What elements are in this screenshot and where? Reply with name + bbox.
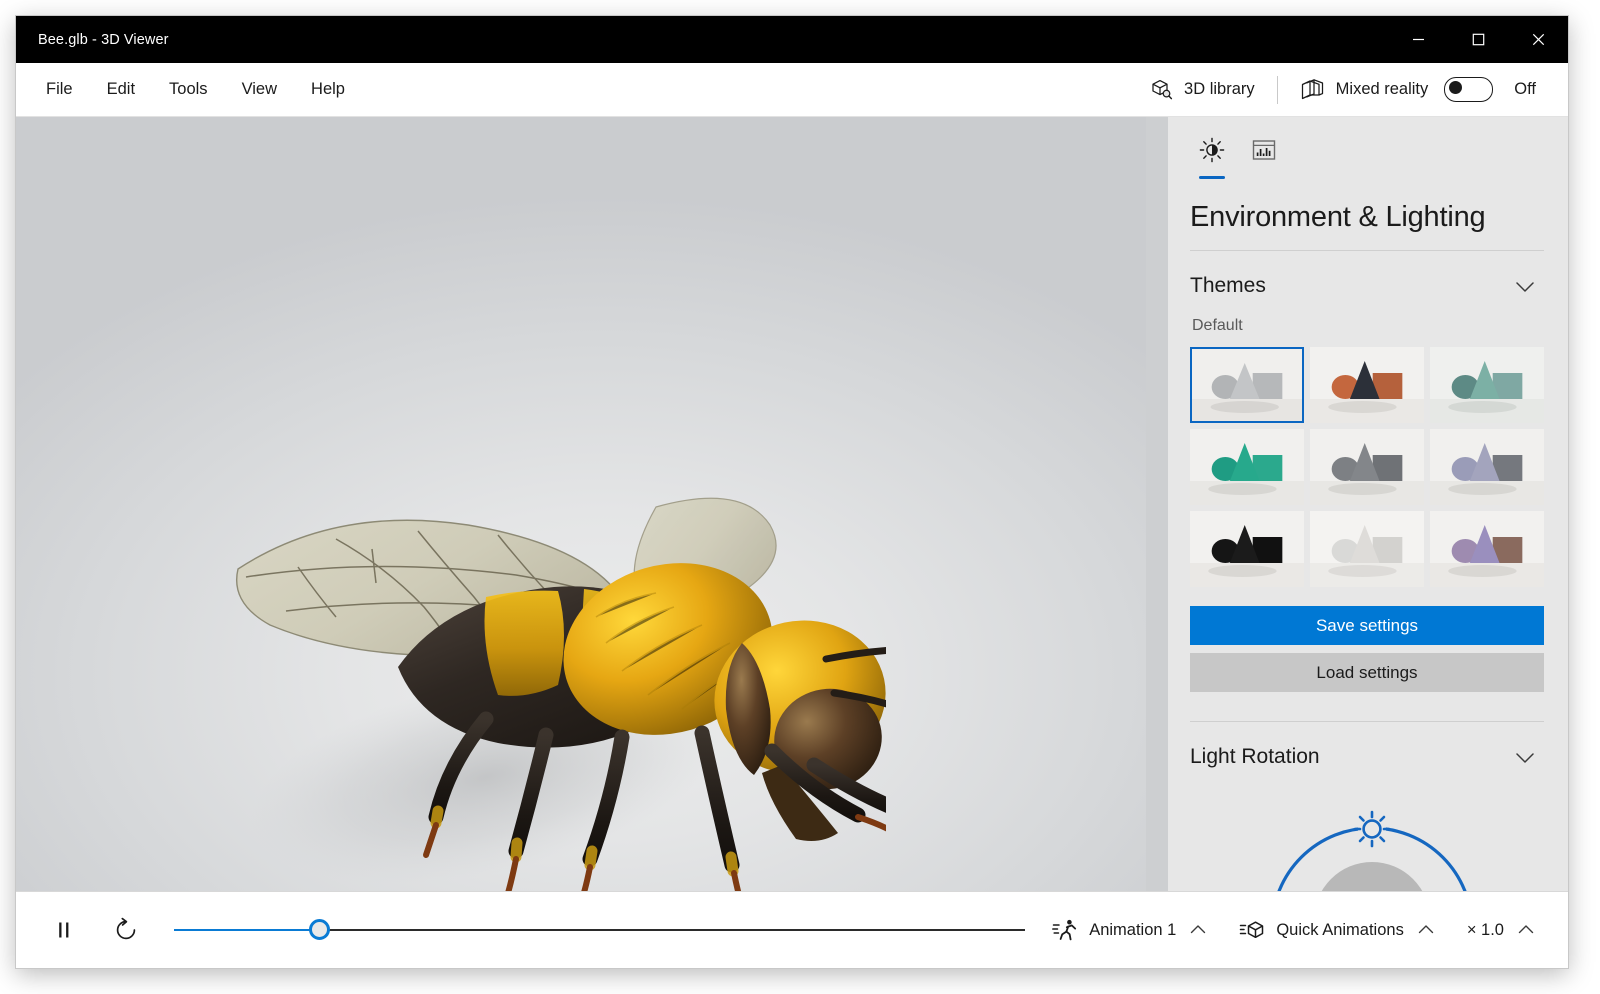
maximize-icon bbox=[1472, 33, 1485, 46]
theme-thumbnail-1[interactable] bbox=[1190, 347, 1304, 423]
theme-thumbnail-2[interactable] bbox=[1310, 347, 1424, 423]
3d-library-button[interactable]: 3D library bbox=[1137, 69, 1267, 110]
theme-thumbnail-5[interactable] bbox=[1310, 429, 1424, 505]
mixed-reality-label: Mixed reality bbox=[1336, 80, 1429, 99]
themes-header-label: Themes bbox=[1190, 274, 1266, 298]
menu-bar-right: 3D library Mixed reality Off bbox=[1137, 69, 1568, 110]
load-settings-button[interactable]: Load settings bbox=[1190, 653, 1544, 692]
theme-thumbnail-4[interactable] bbox=[1190, 429, 1304, 505]
theme-thumbnail-3[interactable] bbox=[1430, 347, 1544, 423]
statistics-chart-icon bbox=[1251, 137, 1277, 163]
light-rotation-control[interactable] bbox=[1190, 788, 1544, 891]
repeat-icon bbox=[113, 917, 139, 943]
chevron-down-icon[interactable] bbox=[1512, 273, 1538, 299]
chevron-down-icon[interactable] bbox=[1512, 744, 1538, 770]
quick-animations-cube-icon bbox=[1239, 917, 1265, 943]
maximize-button[interactable] bbox=[1448, 16, 1508, 63]
close-icon bbox=[1532, 33, 1545, 46]
environment-lighting-tab[interactable] bbox=[1190, 129, 1234, 171]
menu-item-view[interactable]: View bbox=[229, 73, 290, 106]
themes-subheader: Default bbox=[1180, 317, 1544, 347]
theme-grid bbox=[1180, 347, 1544, 587]
panel-content: Environment & Lighting Themes Default bbox=[1168, 117, 1568, 891]
mixed-reality-state: Off bbox=[1514, 80, 1536, 99]
right-panel: Environment & Lighting Themes Default bbox=[1168, 117, 1568, 891]
animation-timeline-slider[interactable] bbox=[174, 908, 1025, 952]
themes-section-header[interactable]: Themes bbox=[1180, 251, 1544, 317]
quick-animations-label: Quick Animations bbox=[1276, 921, 1403, 940]
toggle-knob bbox=[1449, 81, 1462, 94]
theme-actions: Save settings Load settings bbox=[1180, 587, 1544, 692]
brightness-sun-icon bbox=[1199, 137, 1225, 163]
minimize-button[interactable] bbox=[1388, 16, 1448, 63]
mixed-reality-toggle[interactable] bbox=[1444, 77, 1493, 102]
animation-run-icon bbox=[1052, 917, 1078, 943]
title-bar: Bee.glb - 3D Viewer bbox=[16, 16, 1568, 63]
menu-item-edit[interactable]: Edit bbox=[94, 73, 148, 106]
menu-separator bbox=[1277, 76, 1278, 104]
animation-label: Animation 1 bbox=[1089, 921, 1176, 940]
bee-stripe-1 bbox=[485, 591, 565, 696]
theme-preview-4 bbox=[1190, 429, 1304, 505]
loop-button[interactable] bbox=[104, 908, 148, 952]
3d-library-label: 3D library bbox=[1184, 80, 1255, 99]
mixed-reality-button[interactable]: Mixed reality Off bbox=[1288, 69, 1548, 110]
slider-fill bbox=[174, 929, 319, 931]
theme-thumbnail-8[interactable] bbox=[1310, 511, 1424, 587]
theme-thumbnail-9[interactable] bbox=[1430, 511, 1544, 587]
window-title: Bee.glb - 3D Viewer bbox=[16, 32, 169, 48]
close-button[interactable] bbox=[1508, 16, 1568, 63]
animation-toolbar: Animation 1 Quick Animations × 1.0 bbox=[16, 891, 1568, 968]
theme-preview-6 bbox=[1430, 429, 1544, 505]
panel-scroll-strip[interactable] bbox=[1146, 117, 1168, 891]
slider-thumb[interactable] bbox=[309, 919, 330, 940]
chevron-up-icon[interactable] bbox=[1415, 919, 1437, 941]
theme-preview-3 bbox=[1430, 347, 1544, 423]
theme-preview-8 bbox=[1310, 511, 1424, 587]
play-pause-button[interactable] bbox=[42, 908, 86, 952]
theme-preview-9 bbox=[1430, 511, 1544, 587]
3d-library-cube-icon bbox=[1149, 77, 1174, 102]
theme-preview-7 bbox=[1190, 511, 1304, 587]
chevron-up-icon[interactable] bbox=[1187, 919, 1209, 941]
main-area: Environment & Lighting Themes Default bbox=[16, 117, 1568, 891]
theme-thumbnail-7[interactable] bbox=[1190, 511, 1304, 587]
theme-preview-1 bbox=[1190, 347, 1304, 423]
window-controls bbox=[1388, 16, 1568, 63]
panel-title: Environment & Lighting bbox=[1180, 171, 1544, 250]
panel-tab-bar bbox=[1180, 117, 1544, 171]
theme-thumbnail-6[interactable] bbox=[1430, 429, 1544, 505]
tab-selected-indicator bbox=[1199, 176, 1225, 179]
minimize-icon bbox=[1412, 33, 1425, 46]
menu-bar: File Edit Tools View Help 3D library bbox=[16, 63, 1568, 117]
playback-speed-label: × 1.0 bbox=[1467, 921, 1504, 940]
statistics-tab[interactable] bbox=[1242, 129, 1286, 171]
animation-selector[interactable]: Animation 1 bbox=[1043, 909, 1218, 951]
light-rotation-dial[interactable] bbox=[1190, 788, 1554, 891]
chevron-up-icon[interactable] bbox=[1515, 919, 1537, 941]
bee-3d-model bbox=[186, 447, 886, 891]
save-settings-button[interactable]: Save settings bbox=[1190, 606, 1544, 645]
menu-item-help[interactable]: Help bbox=[298, 73, 358, 106]
app-window: Bee.glb - 3D Viewer File Edit bbox=[16, 16, 1568, 968]
theme-preview-5 bbox=[1310, 429, 1424, 505]
mixed-reality-icon bbox=[1300, 78, 1326, 102]
theme-preview-2 bbox=[1310, 347, 1424, 423]
menu-item-file[interactable]: File bbox=[33, 73, 86, 106]
quick-animations-selector[interactable]: Quick Animations bbox=[1230, 909, 1445, 951]
light-rotation-section-header[interactable]: Light Rotation bbox=[1180, 722, 1544, 788]
playback-speed-selector[interactable]: × 1.0 bbox=[1458, 911, 1546, 949]
3d-viewport[interactable] bbox=[16, 117, 1146, 891]
pause-icon bbox=[53, 919, 75, 941]
light-rotation-header-label: Light Rotation bbox=[1190, 745, 1320, 769]
menu-item-tools[interactable]: Tools bbox=[156, 73, 221, 106]
